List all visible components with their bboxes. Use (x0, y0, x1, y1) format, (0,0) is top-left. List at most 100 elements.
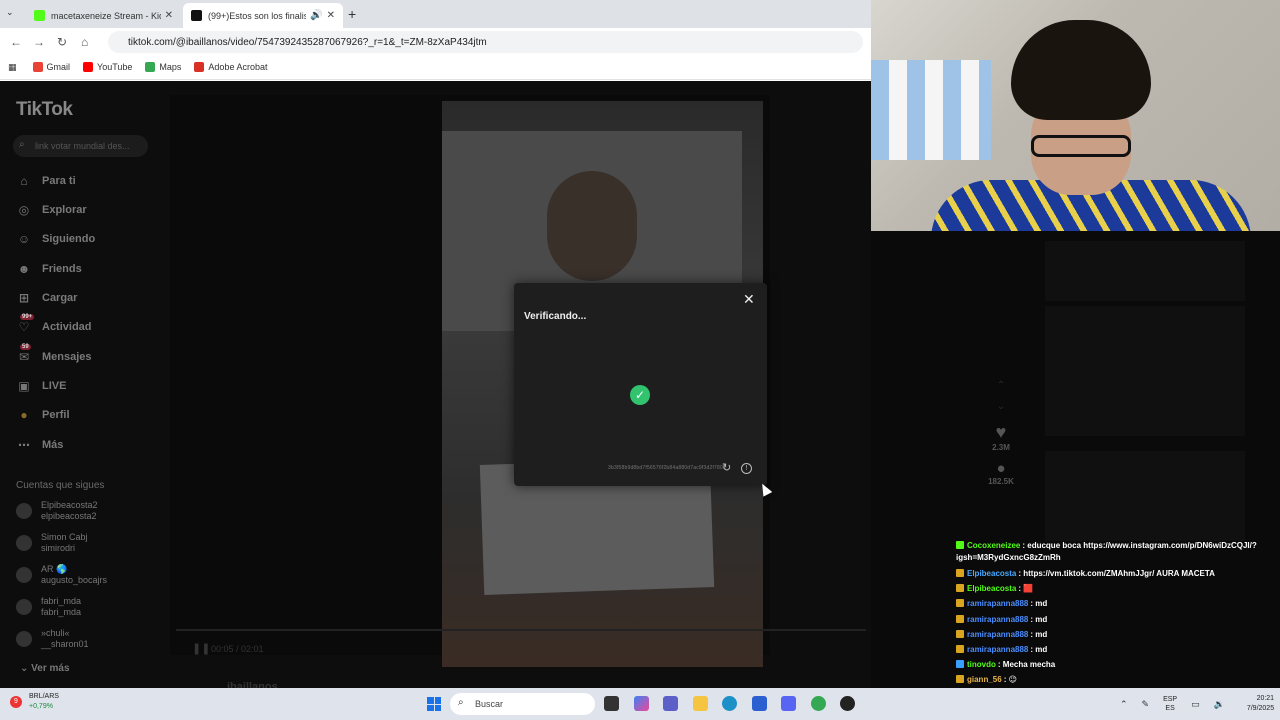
chat-badge-icon (956, 541, 964, 549)
sidebar-item-cargar[interactable]: ⊞ Cargar (16, 288, 78, 308)
tab-search-icon[interactable]: ⌄ (6, 7, 14, 18)
chat-text: md (1035, 645, 1048, 655)
followed-account[interactable]: »chuli« __sharon01 (16, 628, 89, 650)
like-count: 2.3M (992, 443, 1010, 452)
kick-favicon-icon (34, 10, 45, 21)
sidebar-item-explorar[interactable]: ◎ Explorar (16, 200, 87, 220)
dialog-title: Verificando... (524, 311, 587, 322)
overlay-tile (1045, 241, 1145, 301)
chat-message: ramirapanna888: md (956, 596, 1280, 611)
sidebar-item-label: Mensajes (42, 351, 92, 363)
bookmark-gmail[interactable]: Gmail (32, 62, 70, 72)
sidebar-item-label: Siguiendo (42, 233, 96, 245)
heart-icon[interactable]: ♥ (975, 422, 1027, 443)
comment-count: 182.5K (988, 477, 1014, 486)
bookmark-youtube[interactable]: YouTube (83, 62, 132, 72)
close-tab-icon[interactable]: ✕ (165, 10, 173, 21)
check-icon: ✓ (630, 385, 650, 405)
taskbar-search[interactable]: ⌕ Buscar (450, 693, 595, 715)
chevron-up-icon[interactable]: ⌃ (975, 380, 1027, 391)
start-button[interactable] (427, 697, 441, 711)
reload-icon[interactable]: ↻ (57, 35, 67, 49)
info-icon[interactable]: ! (741, 463, 752, 474)
volume-icon[interactable]: 🔉 (1214, 699, 1225, 710)
discord-icon[interactable] (781, 696, 796, 711)
sidebar-item-label: Para ti (42, 175, 76, 187)
chat-badge-icon (956, 599, 964, 608)
mute-tab-icon[interactable]: 🔊 (310, 10, 322, 21)
sidebar-item-live[interactable]: ▣ LIVE (16, 376, 66, 396)
tiktok-logo[interactable]: TikTok (16, 99, 73, 121)
search-input[interactable]: ⌕ link votar mundial des... (13, 135, 148, 157)
task-view-icon[interactable] (604, 696, 619, 711)
chrome-icon[interactable] (811, 696, 826, 711)
home-icon[interactable]: ⌂ (81, 35, 88, 49)
keyboard-code: ES (1165, 705, 1175, 712)
sidebar-item-para-ti[interactable]: ⌂ Para ti (16, 171, 76, 191)
store-icon[interactable] (752, 696, 767, 711)
apps-icon[interactable]: ▦ (8, 62, 17, 73)
avatar (16, 599, 32, 615)
followed-account[interactable]: Simon Cabj simirodri (16, 532, 88, 554)
system-tray: ⌃ ✎ ESP ES ▭ 🔉 20:21 7/9/2025 (1120, 694, 1274, 714)
verify-dialog: Verificando... ✕ ✓ 3b3f58b9d8bd7f56576f2… (514, 283, 767, 486)
followed-account[interactable]: AR 🌎 augusto_bocajrs (16, 564, 107, 586)
new-tab-button[interactable]: + (348, 6, 356, 22)
account-name: »chuli« (41, 628, 70, 638)
bookmark-acrobat[interactable]: Adobe Acrobat (194, 62, 267, 72)
chat-badge-icon (956, 675, 964, 684)
edge-icon[interactable] (722, 696, 737, 711)
sidebar-item-friends[interactable]: ☻ Friends (16, 259, 82, 279)
refresh-icon[interactable]: ↻ (722, 461, 731, 474)
video-progress-bar[interactable] (176, 629, 866, 631)
followed-account[interactable]: Elpibeacosta2 elpibeacosta2 (16, 500, 98, 522)
webcam-glasses (1031, 135, 1131, 157)
search-placeholder: link votar mundial des... (35, 141, 130, 151)
widget-line-2: +0,79% (29, 703, 53, 710)
sidebar-item-mensajes[interactable]: ✉ 59 Mensajes (16, 344, 92, 367)
sidebar-item-perfil[interactable]: ● Perfil (16, 405, 70, 425)
tab-kick[interactable]: macetaxeneize Stream - Kick D ✕ (26, 3, 181, 28)
tiktok-page: ❚❚ 00:05 / 02:01 ibaillanos TikTok ⌕ lin… (0, 81, 871, 688)
sidebar-item-label: Perfil (42, 409, 70, 421)
comment-icon[interactable]: ● (975, 460, 1027, 477)
network-icon[interactable]: ▭ (1191, 699, 1200, 710)
see-more-label: Ver más (31, 663, 70, 674)
sidebar-item-mas[interactable]: ⋯ Más (16, 435, 63, 455)
sidebar-item-siguiendo[interactable]: ☺ Siguiendo (16, 229, 95, 249)
widgets-button[interactable]: 9 BRL/ARS +0,79% (10, 692, 59, 712)
clock[interactable]: 20:21 7/9/2025 (1247, 694, 1274, 714)
chat-username: Cocoxeneizee (967, 541, 1021, 550)
chevron-up-icon[interactable]: ⌃ (1120, 699, 1128, 710)
address-bar[interactable]: tiktok.com/@ibaillanos/video/75473924352… (108, 31, 863, 53)
obs-icon[interactable] (840, 696, 855, 711)
chat-badge-icon (956, 660, 964, 669)
overlay-tile (1145, 306, 1245, 436)
forward-icon[interactable]: → (33, 35, 45, 49)
followed-account[interactable]: fabri_mda fabri_mda (16, 596, 81, 618)
chevron-down-icon[interactable]: ⌄ (975, 401, 1027, 412)
see-more-link[interactable]: ⌄ Ver más (20, 663, 70, 674)
teams-icon[interactable] (663, 696, 678, 711)
language-code: ESP (1163, 696, 1178, 703)
chat-badge-icon (956, 584, 964, 593)
bookmark-label: YouTube (97, 62, 133, 72)
sidebar-item-actividad[interactable]: ♡ 99+ Actividad (16, 314, 92, 337)
tab-tiktok[interactable]: (99+)Estos son los finalistas 🔊 ✕ (183, 3, 343, 28)
chat-message: ramirapanna888: md (956, 627, 1280, 642)
bookmark-maps[interactable]: Maps (145, 62, 181, 72)
copilot-icon[interactable] (634, 696, 649, 711)
overlay-tile (1045, 451, 1245, 541)
close-icon[interactable]: ✕ (743, 291, 755, 308)
video-author[interactable]: ibaillanos (227, 681, 278, 688)
pause-icon[interactable]: ❚❚ (192, 642, 210, 655)
more-icon: ⋯ (18, 438, 30, 452)
sidebar-item-label: Actividad (42, 321, 92, 333)
close-tab-icon[interactable]: ✕ (327, 10, 335, 21)
pen-icon[interactable]: ✎ (1142, 699, 1150, 710)
file-explorer-icon[interactable] (693, 696, 708, 711)
language-indicator[interactable]: ESP ES (1163, 695, 1177, 713)
browser-window: ⌄ macetaxeneize Stream - Kick D ✕ (99+)E… (0, 0, 871, 81)
back-icon[interactable]: ← (10, 35, 22, 49)
sidebar-item-label: Cargar (42, 292, 78, 304)
